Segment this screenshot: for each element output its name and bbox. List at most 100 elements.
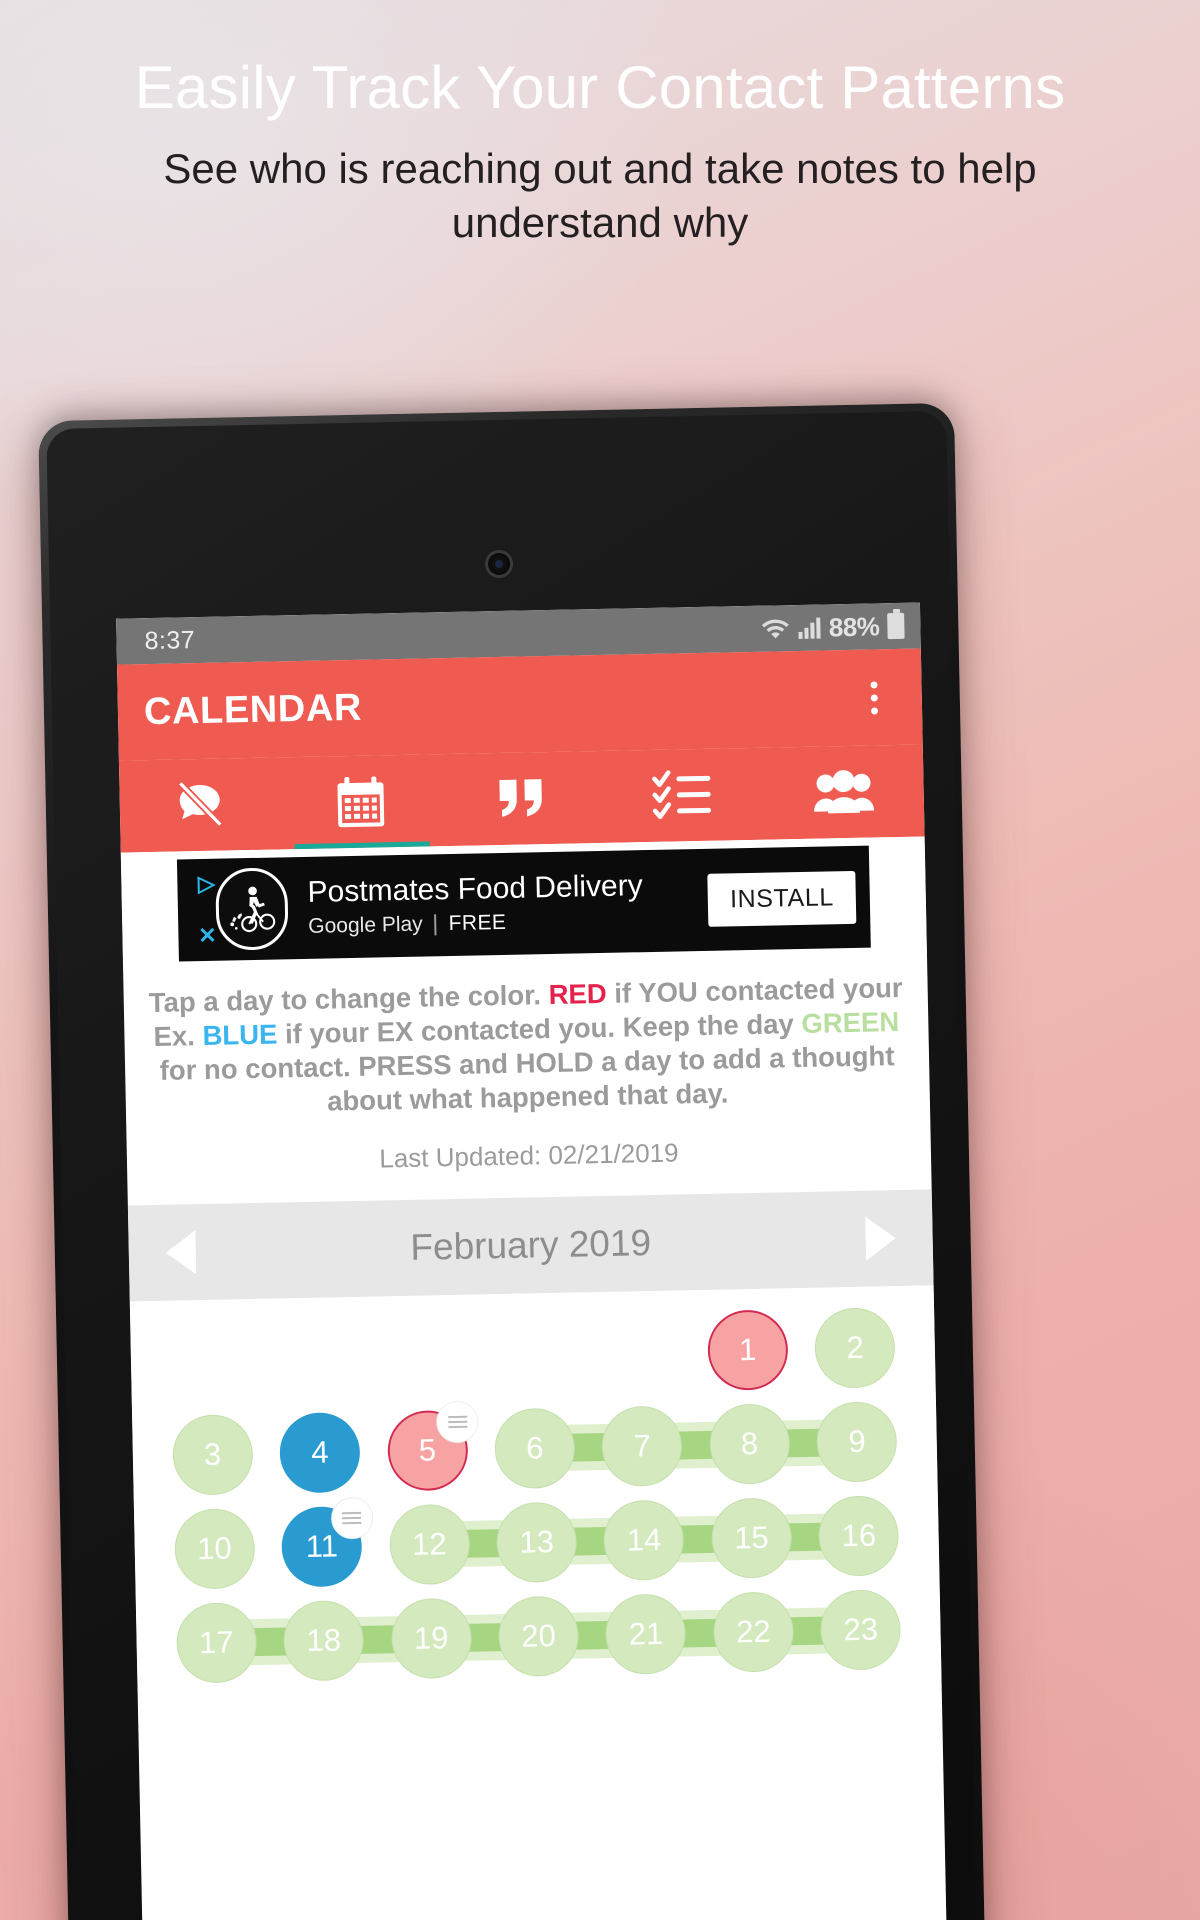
overflow-menu-icon[interactable]	[851, 669, 896, 726]
ad-price-label: FREE	[448, 911, 507, 936]
instruction-segment-red-1: RED	[548, 977, 607, 1011]
day-circle[interactable]: 16	[818, 1495, 900, 1578]
day-circle[interactable]: 8	[708, 1403, 791, 1486]
signal-bars-icon	[798, 617, 822, 639]
day-circle[interactable]: 7	[601, 1405, 684, 1488]
install-button[interactable]: INSTALL	[707, 870, 857, 927]
tab-bar	[118, 744, 925, 853]
calendar-day-cell[interactable]: 4	[265, 1405, 374, 1501]
note-badge-icon[interactable]	[330, 1497, 374, 1540]
calendar-day-cell[interactable]: 16	[804, 1488, 913, 1584]
calendar-day-cell[interactable]: 11	[267, 1497, 376, 1595]
cyclist-courier-icon	[215, 867, 289, 951]
calendar-cell-empty	[586, 1305, 695, 1401]
day-circle[interactable]: 14	[603, 1499, 685, 1582]
calendar-day-cell[interactable]: 22	[699, 1584, 808, 1680]
calendar-day-cell[interactable]: 17	[162, 1595, 271, 1691]
calendar-day-cell[interactable]: 3	[158, 1407, 267, 1503]
tab-contacts[interactable]	[762, 745, 925, 840]
battery-percent: 88%	[828, 610, 880, 642]
day-circle[interactable]: 1	[706, 1309, 789, 1392]
page-title: CALENDAR	[143, 686, 363, 733]
tab-no-contact[interactable]	[119, 757, 282, 852]
tab-quotes[interactable]	[440, 751, 603, 846]
day-circle[interactable]: 12	[388, 1504, 471, 1586]
calendar-day-cell[interactable]: 21	[591, 1587, 700, 1683]
ad-banner[interactable]: ▷ ✕ Postmates Food Delivery Google Play …	[176, 845, 871, 962]
day-circle[interactable]: 18	[282, 1600, 365, 1682]
day-circle[interactable]: 20	[497, 1595, 580, 1678]
day-circle[interactable]: 4	[279, 1412, 361, 1494]
close-x-icon[interactable]: ✕	[198, 923, 217, 948]
calendar-week-row: 12	[156, 1300, 910, 1409]
calendar-day-cell[interactable]: 2	[800, 1300, 909, 1396]
day-circle[interactable]: 21	[605, 1593, 687, 1676]
day-circle[interactable]: 3	[171, 1414, 254, 1497]
arrow-left-icon[interactable]	[152, 1230, 209, 1276]
calendar-day-cell[interactable]: 14	[589, 1493, 698, 1589]
calendar-day-cell[interactable]: 20	[484, 1589, 593, 1685]
day-circle[interactable]: 10	[173, 1508, 256, 1591]
day-circle[interactable]: 2	[814, 1307, 896, 1390]
status-indicators: 88%	[761, 610, 905, 644]
battery-icon	[887, 612, 905, 640]
day-circle[interactable]: 23	[820, 1589, 902, 1672]
calendar-cell-empty	[478, 1307, 587, 1403]
calendar-grid: 1 2 3 4 5 6 7 8 9 10 11 12 13 14 15 16 17 18 19 20 21 22 23	[129, 1285, 942, 1692]
ad-title: Postmates Food Delivery	[307, 868, 644, 909]
tab-checklist[interactable]	[601, 748, 764, 843]
day-circle[interactable]: 22	[712, 1591, 795, 1674]
instruction-segment-blue-3: BLUE	[202, 1018, 278, 1052]
calendar-day-cell[interactable]: 5	[373, 1400, 482, 1499]
calendar-day-cell[interactable]: 6	[480, 1401, 589, 1497]
calendar-day-cell[interactable]: 13	[482, 1495, 591, 1591]
status-time: 8:37	[144, 625, 196, 655]
calendar-day-cell[interactable]: 8	[695, 1396, 804, 1492]
note-badge-icon[interactable]	[436, 1400, 479, 1444]
ad-divider	[434, 914, 437, 936]
app-bar: CALENDAR	[116, 648, 923, 761]
arrow-right-icon[interactable]	[852, 1216, 909, 1262]
calendar-day-cell[interactable]: 18	[269, 1593, 378, 1689]
promo-header: Easily Track Your Contact Patterns See w…	[0, 56, 1200, 251]
calendar-week-row: 3456789	[158, 1394, 912, 1503]
front-camera-icon	[484, 549, 514, 579]
instruction-segment-plain-0: Tap a day to change the color.	[148, 979, 549, 1019]
calendar-cell-empty	[156, 1313, 265, 1409]
calendar-week-row: 17 18 19 20 21 22 23	[162, 1582, 916, 1691]
phone-bezel: 8:37 88% CALENDAR ▷ ✕ Postmates Food Del…	[46, 410, 978, 1920]
calendar-cell-empty	[371, 1309, 480, 1405]
calendar-day-cell[interactable]: 12	[375, 1497, 484, 1593]
day-circle[interactable]: 9	[816, 1401, 898, 1484]
calendar-day-cell[interactable]: 19	[377, 1591, 486, 1687]
day-circle[interactable]: 15	[710, 1497, 793, 1580]
advertisement-container: ▷ ✕ Postmates Food Delivery Google Play …	[120, 836, 927, 971]
promo-subtitle: See who is reaching out and take notes t…	[163, 144, 1037, 247]
month-label: February 2019	[410, 1222, 652, 1269]
day-circle[interactable]: 13	[495, 1501, 578, 1584]
instruction-segment-green-5: GREEN	[801, 1006, 900, 1040]
month-navigation-bar: February 2019	[127, 1189, 934, 1302]
calendar-day-cell[interactable]: 23	[806, 1582, 915, 1678]
phone-screen: 8:37 88% CALENDAR ▷ ✕ Postmates Food Del…	[116, 602, 948, 1920]
ad-store-label: Google Play	[308, 912, 423, 939]
day-circle[interactable]: 17	[175, 1602, 258, 1685]
promo-title: Easily Track Your Contact Patterns	[134, 54, 1066, 121]
tab-calendar[interactable]	[280, 754, 443, 849]
phone-device-mockup: 8:37 88% CALENDAR ▷ ✕ Postmates Food Del…	[38, 402, 986, 1920]
wifi-icon	[761, 614, 792, 644]
instruction-segment-plain-6: for no contact. PRESS and HOLD a day to …	[159, 1040, 895, 1117]
day-circle[interactable]: 19	[390, 1598, 472, 1680]
ad-text: Postmates Food Delivery Google Play FREE	[307, 868, 644, 939]
calendar-day-cell[interactable]: 7	[588, 1399, 697, 1495]
calendar-cell-empty	[263, 1311, 372, 1407]
calendar-week-row: 10 11 12 13 14 15 16	[160, 1488, 914, 1597]
day-circle[interactable]: 6	[494, 1408, 576, 1490]
calendar-day-cell[interactable]: 9	[802, 1394, 911, 1490]
instructions-text: Tap a day to change the color. RED if YO…	[123, 954, 930, 1126]
calendar-day-cell[interactable]: 10	[160, 1501, 269, 1597]
calendar-day-cell[interactable]: 1	[693, 1302, 802, 1398]
ad-choices-icon[interactable]: ▷	[198, 871, 215, 896]
calendar-day-cell[interactable]: 15	[697, 1490, 806, 1586]
ad-subtitle: Google Play FREE	[308, 908, 644, 939]
